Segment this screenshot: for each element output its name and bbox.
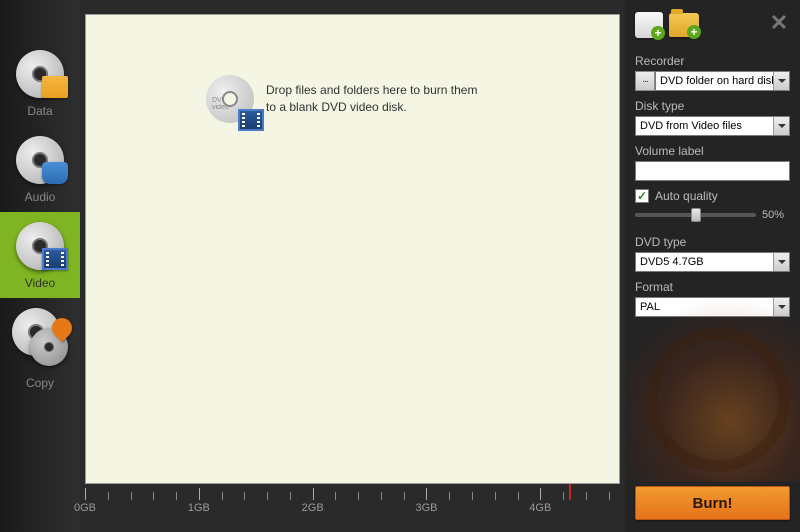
field-label: DVD type (635, 235, 790, 249)
field-label: Volume label (635, 144, 790, 158)
select-value: DVD5 4.7GB (640, 256, 704, 268)
format-select[interactable]: PAL (635, 297, 790, 317)
ruler-tick (335, 492, 336, 500)
volume-label-input[interactable] (635, 161, 790, 181)
chevron-down-icon (773, 253, 789, 271)
auto-quality-checkbox[interactable]: ✓ (635, 189, 649, 203)
ruler-tick (290, 492, 291, 500)
quality-slider-row: 50% (635, 209, 790, 221)
sidebar-item-label: Video (25, 276, 55, 290)
ruler-tick (518, 492, 519, 500)
ruler-label: 2GB (302, 502, 324, 514)
ruler-tick (199, 488, 200, 500)
ruler-tick (563, 492, 564, 500)
size-ruler: 0GB1GB2GB3GB4GB (85, 486, 620, 520)
ruler-tick (472, 492, 473, 500)
close-icon[interactable]: ✕ (768, 12, 790, 34)
sidebar-item-video[interactable]: Video (0, 212, 80, 298)
chevron-down-icon (773, 298, 789, 316)
ruler-tick (609, 492, 610, 500)
recorder-browse-button[interactable]: ... (635, 71, 655, 91)
sidebar-item-audio[interactable]: Audio (0, 126, 80, 212)
slider-value: 50% (762, 209, 790, 221)
ruler-tick (358, 492, 359, 500)
recorder-field: Recorder ... DVD folder on hard disk (635, 54, 790, 91)
panel-toolbar: ✕ (635, 10, 790, 40)
sidebar-item-label: Copy (26, 376, 54, 390)
ruler-label: 4GB (529, 502, 551, 514)
volume-label-field: Volume label (635, 144, 790, 181)
recorder-select[interactable]: DVD folder on hard disk (655, 71, 790, 91)
ruler-tick (313, 488, 314, 500)
film-strip-icon (238, 109, 264, 131)
auto-quality-row: ✓ Auto quality (635, 189, 790, 203)
disk-type-field: Disk type DVD from Video files (635, 99, 790, 136)
ruler-track (85, 486, 620, 500)
field-label: Disk type (635, 99, 790, 113)
film-strip-icon (42, 248, 68, 270)
checkbox-label: Auto quality (655, 189, 718, 203)
settings-panel: ✕ Recorder ... DVD folder on hard disk D… (625, 0, 800, 532)
quality-slider[interactable] (635, 213, 756, 217)
add-file-button[interactable] (635, 12, 663, 38)
ruler-label: 1GB (188, 502, 210, 514)
ruler-tick (176, 492, 177, 500)
ruler-tick (85, 488, 86, 500)
field-label: Format (635, 280, 790, 294)
chevron-down-icon (773, 117, 789, 135)
ruler-tick (449, 492, 450, 500)
disk-type-select[interactable]: DVD from Video files (635, 116, 790, 136)
drop-hint-text: Drop files and folders here to burn them… (266, 82, 477, 116)
ruler-tick (540, 488, 541, 500)
ruler-tick (267, 492, 268, 500)
sidebar: Data Audio Video Copy (0, 0, 80, 532)
ruler-tick (426, 488, 427, 500)
sidebar-item-copy[interactable]: Copy (0, 298, 80, 398)
ruler-tick (381, 492, 382, 500)
ruler-tick (108, 492, 109, 500)
select-value: PAL (640, 301, 660, 313)
ruler-label: 0GB (74, 502, 96, 514)
ruler-tick (153, 492, 154, 500)
dvd-type-field: DVD type DVD5 4.7GB (635, 235, 790, 272)
ruler-tick (131, 492, 132, 500)
drop-hint: DVD video Drop files and folders here to… (206, 75, 477, 123)
burn-button[interactable]: Burn! (635, 486, 790, 520)
drop-area[interactable]: DVD video Drop files and folders here to… (85, 14, 620, 484)
slider-thumb[interactable] (691, 208, 701, 222)
select-value: DVD folder on hard disk (660, 75, 777, 87)
sidebar-item-label: Data (27, 104, 52, 118)
ruler-tick (244, 492, 245, 500)
ruler-label: 3GB (415, 502, 437, 514)
dvd-type-select[interactable]: DVD5 4.7GB (635, 252, 790, 272)
sidebar-item-data[interactable]: Data (0, 40, 80, 126)
music-note-icon (42, 162, 68, 184)
sidebar-item-label: Audio (25, 190, 56, 204)
format-field: Format PAL (635, 280, 790, 317)
data-box-icon (42, 76, 68, 98)
field-label: Recorder (635, 54, 790, 68)
ruler-tick (222, 492, 223, 500)
dvd-video-icon: DVD video (206, 75, 254, 123)
ruler-tick (404, 492, 405, 500)
ruler-tick (495, 492, 496, 500)
chevron-down-icon (773, 72, 789, 90)
ruler-tick (586, 492, 587, 500)
add-folder-button[interactable] (669, 13, 699, 37)
select-value: DVD from Video files (640, 120, 742, 132)
ruler-labels: 0GB1GB2GB3GB4GB (85, 500, 620, 516)
capacity-marker (569, 484, 571, 500)
